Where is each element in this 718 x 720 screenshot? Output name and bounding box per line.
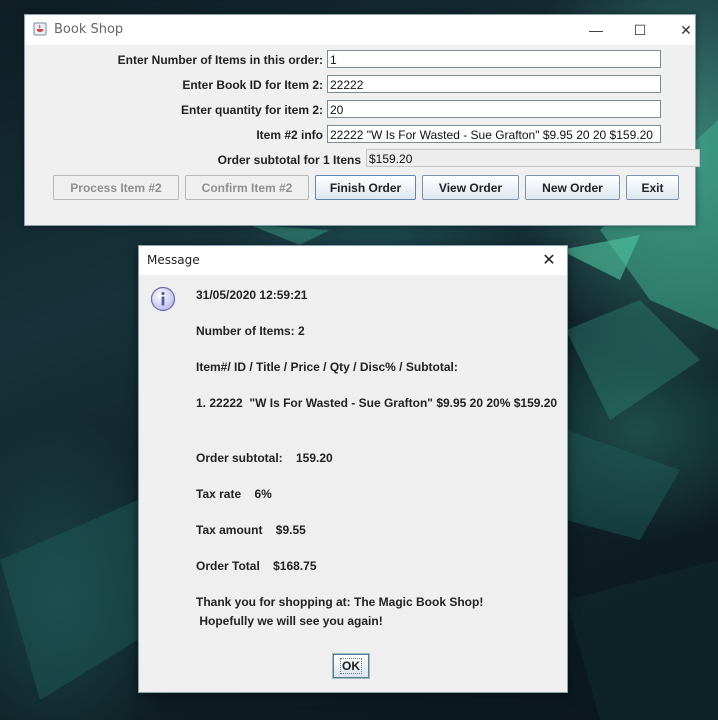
confirm-item-button[interactable]: Confirm Item #2	[185, 175, 309, 200]
java-app-icon	[33, 22, 47, 36]
title-bar[interactable]: Book Shop — ☐ ✕	[25, 15, 695, 45]
order-subtotal-field[interactable]: $159.20	[366, 149, 700, 167]
item-line-1: 1. 22222 "W Is For Wasted - Sue Grafton"…	[196, 396, 558, 410]
item-list-header: Item#/ ID / Title / Price / Qty / Disc% …	[196, 360, 458, 374]
order-subtotal: Order subtotal: 159.20	[196, 451, 333, 465]
thank-you-line-1: Thank you for shopping at: The Magic Boo…	[196, 595, 484, 609]
info-icon	[150, 286, 176, 312]
order-subtotal-label: Order subtotal for 1 Itens	[217, 153, 361, 167]
view-order-button[interactable]: View Order	[422, 175, 519, 200]
tax-rate: Tax rate 6%	[196, 487, 272, 501]
maximize-button[interactable]: ☐	[617, 15, 663, 45]
dialog-close-button[interactable]: ✕	[537, 249, 561, 271]
close-window-button[interactable]: ✕	[663, 15, 709, 45]
ok-button-label: OK	[340, 658, 362, 674]
quantity-label: Enter quantity for item 2:	[180, 103, 323, 117]
num-items-label: Enter Number of Items in this order:	[117, 53, 323, 67]
item-info-label: Item #2 info	[256, 128, 323, 142]
item-info-field[interactable]: 22222 "W Is For Wasted - Sue Grafton" $9…	[327, 125, 661, 143]
ok-button[interactable]: OK	[332, 653, 370, 679]
exit-button[interactable]: Exit	[626, 175, 679, 200]
process-item-button[interactable]: Process Item #2	[53, 175, 179, 200]
message-dialog: Message ✕ 31/05/2020 12:59:21 Number of …	[138, 245, 568, 693]
order-total: Order Total $168.75	[196, 559, 317, 573]
order-datetime: 31/05/2020 12:59:21	[196, 288, 308, 302]
dialog-title-bar[interactable]: Message ✕	[139, 246, 567, 275]
quantity-input[interactable]: 20	[327, 100, 661, 118]
minimize-button[interactable]: —	[573, 15, 619, 45]
number-of-items: Number of Items: 2	[196, 324, 305, 338]
book-shop-window: Book Shop — ☐ ✕ Enter Number of Items in…	[24, 14, 700, 226]
thank-you-line-2: Hopefully we will see you again!	[196, 614, 383, 628]
num-items-input[interactable]: 1	[327, 50, 661, 68]
window-title: Book Shop	[54, 22, 124, 37]
book-id-label: Enter Book ID for Item 2:	[182, 78, 323, 92]
finish-order-button[interactable]: Finish Order	[315, 175, 416, 200]
book-id-input[interactable]: 22222	[327, 75, 661, 93]
tax-amount: Tax amount $9.55	[196, 523, 306, 537]
new-order-button[interactable]: New Order	[525, 175, 620, 200]
dialog-title: Message	[147, 253, 200, 267]
